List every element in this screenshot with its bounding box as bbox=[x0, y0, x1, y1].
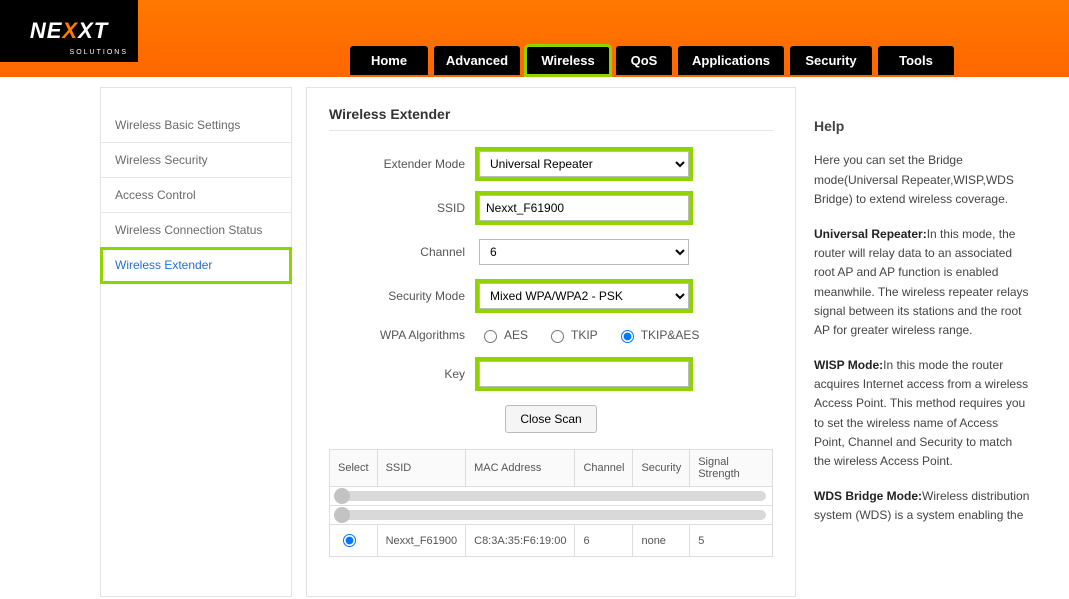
nav-qos[interactable]: QoS bbox=[616, 46, 672, 75]
channel-select[interactable]: 6 bbox=[479, 239, 689, 265]
horizontal-scrollbar[interactable] bbox=[336, 491, 766, 501]
th-signal: Signal Strength bbox=[690, 450, 773, 487]
brand-logo: NEXXT SOLUTIONS bbox=[0, 0, 138, 62]
label-channel: Channel bbox=[329, 245, 479, 259]
table-row: Nexxt_F61900 C8:3A:35:F6:19:00 6 none 5 bbox=[330, 525, 773, 557]
security-mode-select[interactable]: Mixed WPA/WPA2 - PSK bbox=[479, 283, 689, 309]
nav-applications[interactable]: Applications bbox=[678, 46, 784, 75]
label-security-mode: Security Mode bbox=[329, 289, 479, 303]
table-scroll-row bbox=[330, 487, 773, 506]
cell-ssid: Nexxt_F61900 bbox=[377, 525, 466, 557]
th-select: Select bbox=[330, 450, 378, 487]
scan-table: Select SSID MAC Address Channel Security… bbox=[329, 449, 773, 557]
radio-tkip-label: TKIP bbox=[571, 328, 598, 342]
nav-advanced[interactable]: Advanced bbox=[434, 46, 520, 75]
radio-tkipaes[interactable] bbox=[621, 330, 634, 343]
label-key: Key bbox=[329, 367, 479, 381]
sidebar-item-security[interactable]: Wireless Security bbox=[101, 143, 291, 178]
close-scan-button[interactable]: Close Scan bbox=[505, 405, 596, 433]
help-panel: Help Here you can set the Bridge mode(Un… bbox=[810, 87, 1036, 597]
horizontal-scrollbar[interactable] bbox=[336, 510, 766, 520]
th-ssid: SSID bbox=[377, 450, 466, 487]
th-security: Security bbox=[633, 450, 690, 487]
help-title: Help bbox=[814, 115, 1030, 137]
ssid-input[interactable] bbox=[479, 195, 689, 221]
label-wpa-algorithms: WPA Algorithms bbox=[329, 328, 479, 342]
sidebar-item-extender[interactable]: Wireless Extender bbox=[101, 248, 291, 283]
label-extender-mode: Extender Mode bbox=[329, 157, 479, 171]
sidebar-item-basic[interactable]: Wireless Basic Settings bbox=[101, 108, 291, 143]
help-wds: WDS Bridge Mode:Wireless distribution sy… bbox=[814, 487, 1030, 525]
radio-aes[interactable] bbox=[484, 330, 497, 343]
wpa-algorithms-group: AES TKIP TKIP&AES bbox=[479, 327, 773, 343]
nav-tools[interactable]: Tools bbox=[878, 46, 954, 75]
row-select-radio[interactable] bbox=[343, 534, 356, 547]
header-bar: NEXXT SOLUTIONS Home Advanced Wireless Q… bbox=[0, 0, 1069, 77]
cell-mac: C8:3A:35:F6:19:00 bbox=[466, 525, 575, 557]
radio-tkip[interactable] bbox=[551, 330, 564, 343]
radio-aes-label: AES bbox=[504, 328, 528, 342]
help-intro: Here you can set the Bridge mode(Univers… bbox=[814, 151, 1030, 209]
nav-home[interactable]: Home bbox=[350, 46, 428, 75]
table-scroll-row bbox=[330, 506, 773, 525]
label-ssid: SSID bbox=[329, 201, 479, 215]
radio-tkipaes-label: TKIP&AES bbox=[641, 328, 700, 342]
nav-security[interactable]: Security bbox=[790, 46, 872, 75]
th-mac: MAC Address bbox=[466, 450, 575, 487]
cell-channel: 6 bbox=[575, 525, 633, 557]
key-input[interactable] bbox=[479, 361, 689, 387]
cell-security: none bbox=[633, 525, 690, 557]
divider bbox=[329, 130, 773, 131]
sidebar: Wireless Basic Settings Wireless Securit… bbox=[100, 87, 292, 597]
main-panel: Wireless Extender Extender Mode Universa… bbox=[306, 87, 796, 597]
help-wisp: WISP Mode:In this mode the router acquir… bbox=[814, 356, 1030, 471]
cell-signal: 5 bbox=[690, 525, 773, 557]
nav-wireless[interactable]: Wireless bbox=[526, 46, 610, 75]
main-nav: Home Advanced Wireless QoS Applications … bbox=[350, 46, 954, 75]
table-header-row: Select SSID MAC Address Channel Security… bbox=[330, 450, 773, 487]
help-ur: Universal Repeater:In this mode, the rou… bbox=[814, 225, 1030, 340]
th-channel: Channel bbox=[575, 450, 633, 487]
sidebar-item-conn-status[interactable]: Wireless Connection Status bbox=[101, 213, 291, 248]
sidebar-item-access[interactable]: Access Control bbox=[101, 178, 291, 213]
page-title: Wireless Extender bbox=[329, 106, 773, 122]
extender-mode-select[interactable]: Universal Repeater bbox=[479, 151, 689, 177]
